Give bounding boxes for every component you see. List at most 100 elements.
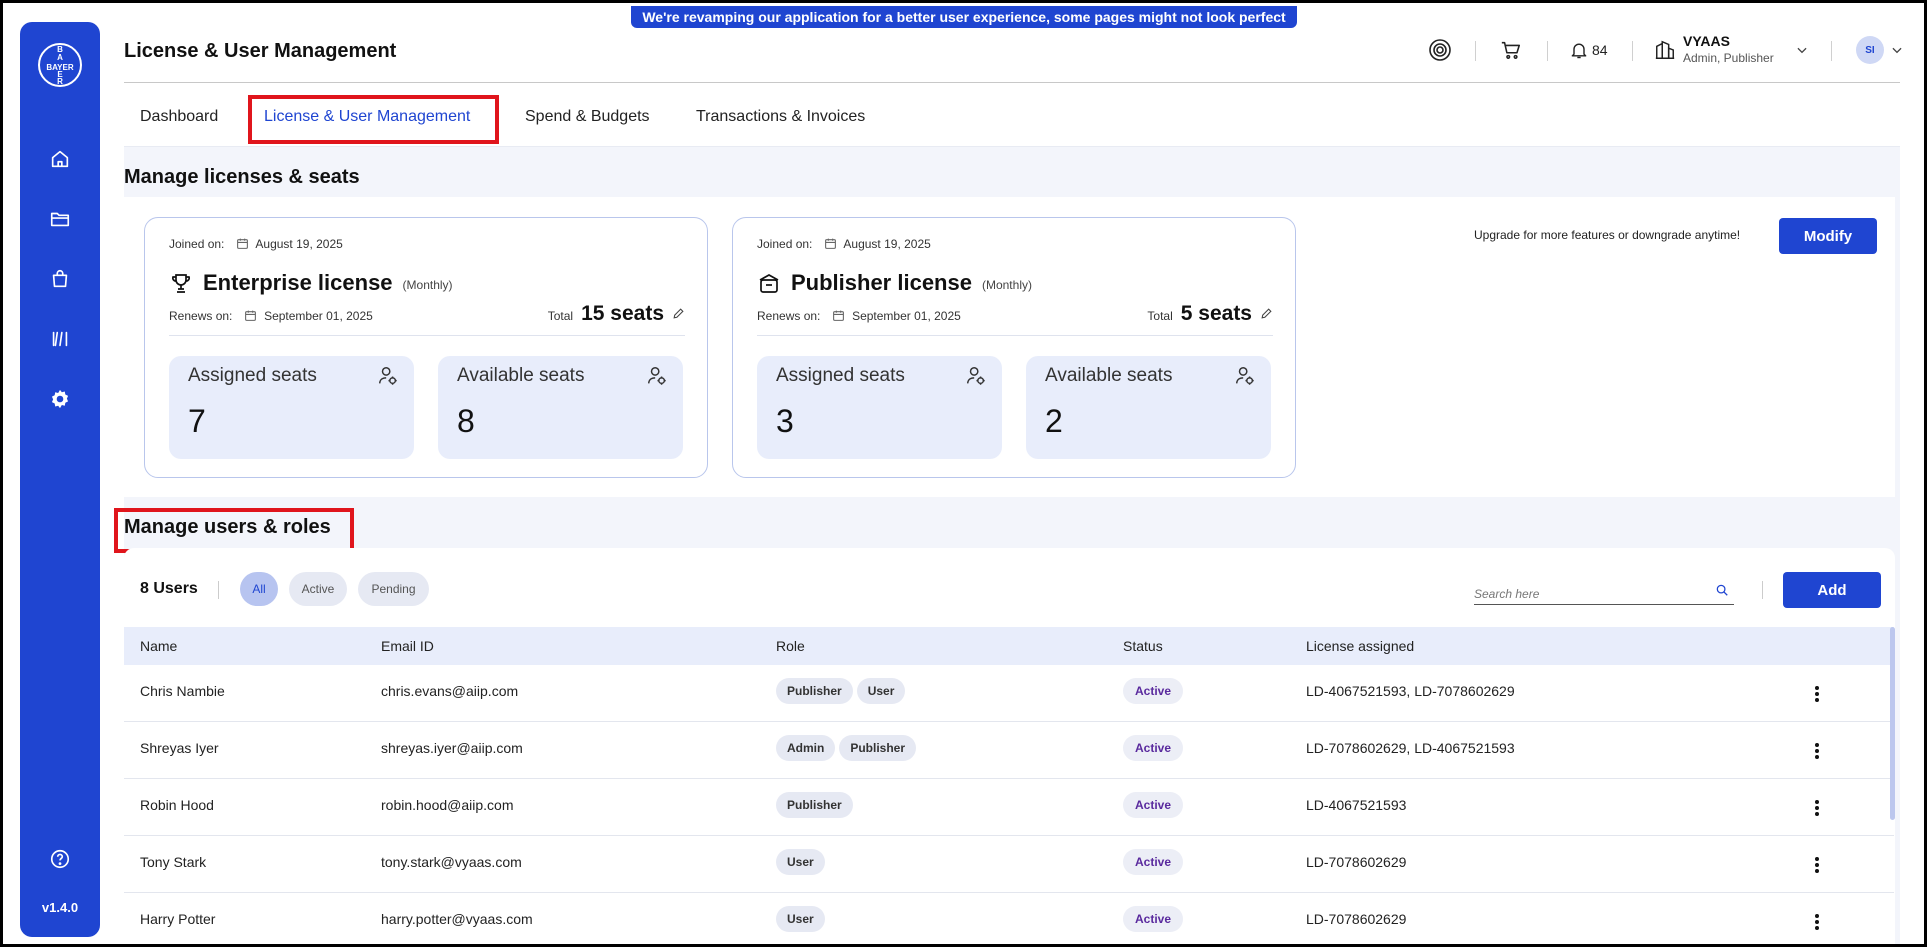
user-name: Robin Hood [140, 797, 214, 813]
joined-on: Joined on: August 19, 2025 [757, 237, 931, 252]
total-label: Total [547, 309, 574, 323]
license-period: (Monthly) [402, 278, 453, 292]
edit-icon[interactable] [672, 307, 685, 320]
org-icon-wrap [1653, 38, 1677, 62]
logo-letter: A [57, 53, 63, 62]
role-tag: Publisher [839, 735, 917, 761]
modify-button[interactable]: Modify [1779, 218, 1877, 254]
search-divider [1762, 581, 1763, 599]
notifications-button[interactable] [1568, 38, 1590, 62]
sidebar-item-home[interactable] [46, 145, 74, 173]
status-badge: Active [1123, 735, 1184, 761]
org-name: VYAAS [1683, 33, 1730, 49]
chevron-down-icon [1797, 47, 1807, 54]
user-gear-icon [379, 367, 397, 385]
column-header-name[interactable]: Name [140, 638, 177, 654]
joined-label: Joined on: [757, 237, 813, 251]
bayer-logo[interactable]: B A BAYER E R [38, 43, 82, 87]
support-button[interactable] [1427, 37, 1453, 63]
cart-button[interactable] [1499, 38, 1523, 62]
status-badge: Active [1123, 906, 1184, 932]
folder-icon [50, 212, 70, 227]
upgrade-hint: Upgrade for more features or downgrade a… [1474, 228, 1741, 242]
header-divider [1831, 41, 1832, 61]
user-license: LD-4067521593 [1306, 797, 1407, 813]
renews-date: September 01, 2025 [852, 309, 961, 323]
bell-icon [1571, 43, 1587, 59]
search-input[interactable] [1474, 583, 1734, 605]
filter-pending[interactable]: Pending [358, 572, 429, 606]
table-row[interactable]: Robin Hood robin.hood@aiip.com Publisher… [124, 779, 1894, 836]
tab-spend-budgets[interactable]: Spend & Budgets [525, 108, 650, 126]
user-status: Active [1123, 735, 1184, 761]
kebab-menu-icon [1815, 743, 1819, 759]
row-actions-button[interactable] [1807, 911, 1827, 933]
row-actions-button[interactable] [1807, 683, 1827, 705]
table-row[interactable]: Tony Stark tony.stark@vyaas.com User Act… [124, 836, 1894, 893]
users-section-highlight [114, 508, 354, 553]
table-scrollbar[interactable] [1890, 627, 1895, 820]
sidebar-item-settings[interactable] [46, 385, 74, 413]
sidebar-item-help[interactable] [46, 845, 74, 873]
header-divider-line [124, 82, 1900, 83]
license-title: Publisher license (Monthly) [757, 270, 1032, 296]
column-header-email[interactable]: Email ID [381, 638, 434, 654]
user-email: shreyas.iyer@aiip.com [381, 740, 523, 756]
user-status: Active [1123, 906, 1184, 932]
avatar[interactable]: SI [1856, 36, 1884, 64]
total-seats: Total 15 seats [548, 302, 685, 326]
kebab-menu-icon [1815, 686, 1819, 702]
filter-active[interactable]: Active [289, 572, 347, 606]
user-gear-icon [648, 367, 666, 385]
user-name: Chris Nambie [140, 683, 225, 699]
user-status: Active [1123, 849, 1184, 875]
tab-transactions-invoices[interactable]: Transactions & Invoices [696, 108, 865, 126]
sidebar-item-store[interactable] [46, 265, 74, 293]
column-header-license[interactable]: License assigned [1306, 638, 1414, 654]
search-icon[interactable] [1715, 583, 1729, 602]
total-label: Total [1147, 309, 1173, 323]
renews-label: Renews on: [169, 309, 233, 323]
table-row[interactable]: Shreyas Iyer shreyas.iyer@aiip.com Admin… [124, 722, 1894, 779]
library-icon [52, 331, 68, 347]
total-seats-value: 15 seats [581, 302, 664, 325]
help-icon [50, 849, 70, 869]
role-tag: Publisher [776, 792, 853, 818]
joined-date: August 19, 2025 [843, 237, 931, 251]
table-row[interactable]: Chris Nambie chris.evans@aiip.com Publis… [124, 665, 1894, 722]
role-tag: User [856, 678, 906, 704]
user-status: Active [1123, 678, 1184, 704]
org-switcher[interactable] [1794, 42, 1810, 58]
column-header-status[interactable]: Status [1123, 638, 1163, 654]
assigned-seats-box: Assigned seats 7 [169, 356, 414, 459]
user-roles: Publisher User [776, 678, 909, 704]
row-actions-button[interactable] [1807, 797, 1827, 819]
user-roles: User [776, 906, 829, 932]
home-icon [51, 150, 69, 168]
column-header-role[interactable]: Role [776, 638, 805, 654]
header-divider [1632, 41, 1633, 61]
user-email: chris.evans@aiip.com [381, 683, 519, 699]
add-user-button[interactable]: Add [1783, 572, 1881, 608]
sidebar-item-folders[interactable] [46, 205, 74, 233]
notification-count: 84 [1592, 42, 1608, 58]
header-divider [1547, 41, 1548, 61]
assigned-seats-count: 3 [776, 403, 794, 439]
role-tag: User [776, 849, 825, 875]
edit-icon[interactable] [1260, 307, 1273, 320]
profile-menu[interactable] [1889, 42, 1905, 58]
available-seats-box: Available seats 2 [1026, 356, 1271, 459]
gear-icon [51, 389, 69, 409]
calendar-icon [824, 238, 836, 250]
user-email: harry.potter@vyaas.com [381, 911, 533, 927]
app-version: v1.4.0 [41, 900, 79, 915]
tab-dashboard[interactable]: Dashboard [140, 108, 218, 126]
assigned-seats-label: Assigned seats [776, 365, 905, 386]
row-actions-button[interactable] [1807, 854, 1827, 876]
role-tag: Admin [776, 735, 836, 761]
sidebar-item-library[interactable] [46, 325, 74, 353]
table-row[interactable]: Harry Potter harry.potter@vyaas.com User… [124, 893, 1894, 947]
filter-all[interactable]: All [240, 572, 278, 606]
calendar-icon [832, 310, 844, 322]
row-actions-button[interactable] [1807, 740, 1827, 762]
